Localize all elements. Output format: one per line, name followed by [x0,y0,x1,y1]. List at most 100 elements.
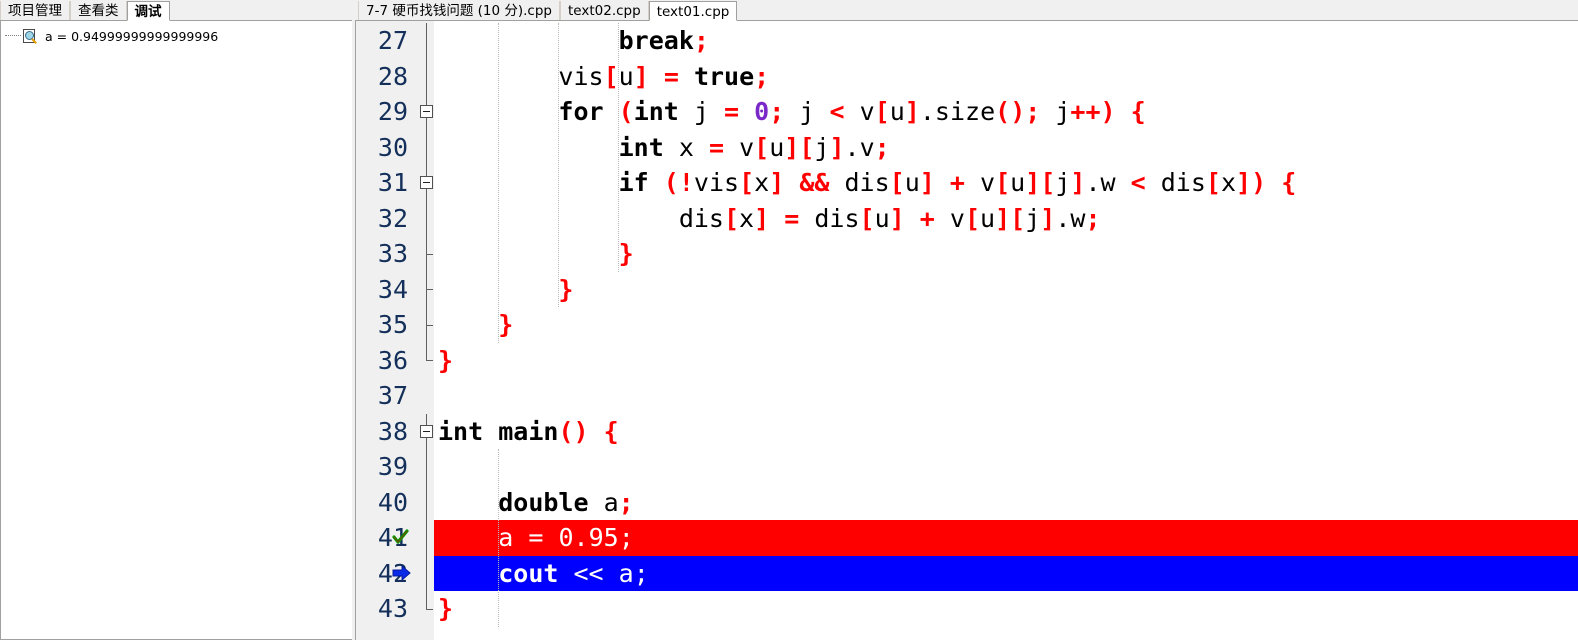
editor-tabstrip: 7-7 硬币找钱问题 (10 分).cpp text02.cpp text01.… [355,0,1578,21]
code-token: v [859,97,875,126]
tab-debug[interactable]: 调试 [126,1,170,21]
code-token: ] [754,203,770,233]
code-line[interactable]: break; [438,23,709,59]
code-token: } [618,239,634,268]
fold-line [426,23,427,361]
code-token: << [573,558,604,588]
tree-connector-icon [5,35,21,37]
line-number: 28 [377,61,408,91]
line-number: 30 [377,132,408,162]
code-token: if [618,168,649,197]
code-token: vis [558,61,604,91]
code-line[interactable]: } [438,591,453,627]
code-token: ; [769,97,785,126]
code-token: && [799,168,830,197]
code-line[interactable]: int x = v[u][j].v; [438,130,890,166]
code-line[interactable]: cout << a; [438,556,649,592]
tab-text02-cpp[interactable]: text02.cpp [560,1,649,21]
fold-collapse-box[interactable] [420,424,433,438]
fold-collapse-box[interactable] [420,105,433,119]
code-line[interactable]: for (int j = 0; j < v[u].size(); j++) { [438,94,1145,130]
debug-watch-list[interactable]: a = 0.94999999999999996 [0,20,355,640]
editor-gutter[interactable]: 2728293031323334353637383940414243 [356,21,434,640]
code-token: dis [1160,168,1206,197]
code-token: ; [633,558,649,588]
watch-item[interactable]: a = 0.94999999999999996 [1,25,354,47]
code-token: ; [1085,203,1101,233]
code-token: [ [889,168,905,197]
code-token: + [949,168,965,197]
code-token: ; [618,523,634,552]
code-token: x [678,132,694,162]
code-token: [ [859,203,875,233]
code-token: = [528,523,544,552]
breakpoint-check-icon[interactable] [392,528,410,546]
code-line[interactable]: double a; [438,485,634,521]
code-token: < [829,97,845,126]
code-token: x [739,203,755,233]
code-token: = [663,61,679,91]
code-token: v [980,168,996,197]
code-line[interactable]: dis[x] = dis[u] + v[u][j].w; [438,201,1101,237]
code-token: cout [498,558,559,588]
code-token: ][ [995,203,1026,233]
code-line[interactable]: vis[u] = true; [438,59,769,95]
code-line[interactable]: a = 0.95; [438,520,634,556]
code-token: (! [663,168,694,197]
editor-panel: 7-7 硬币找钱问题 (10 分).cpp text02.cpp text01.… [355,0,1578,640]
code-token: j [814,132,830,162]
tab-coin-change-cpp[interactable]: 7-7 硬币找钱问题 (10 分).cpp [358,1,560,21]
code-token: size [934,97,996,126]
tab-project-manager[interactable]: 项目管理 [0,1,70,21]
code-token: . [1085,168,1101,197]
code-token: + [919,203,935,233]
tab-text01-cpp[interactable]: text01.cpp [648,1,738,21]
ide-window: 项目管理 查看类 调试 a = 0.94999999999999996 7-7 … [0,0,1578,640]
tab-class-browser[interactable]: 查看类 [70,1,127,21]
code-line[interactable]: int main() { [438,414,619,450]
code-token: ; [874,132,890,162]
code-token: a [498,523,514,552]
code-token: [ [995,168,1011,197]
code-line[interactable]: } [438,272,573,308]
code-token: ] [1070,168,1086,197]
line-number: 35 [377,310,408,339]
code-token: [ [739,168,755,197]
debug-panel-tabstrip: 项目管理 查看类 调试 [0,0,355,21]
debug-panel: 项目管理 查看类 调试 a = 0.94999999999999996 [0,0,355,640]
fold-end-tick [426,360,433,362]
code-line[interactable]: if (!vis[x] && dis[u] + v[u][j].w < dis[… [438,165,1297,201]
code-token: { [603,416,619,446]
code-token: j [1055,97,1071,126]
code-token: ] [889,203,905,233]
code-token: ]) [1236,168,1267,197]
code-token: v [949,203,965,233]
code-folding-column[interactable] [419,21,435,640]
code-line[interactable]: } [438,236,634,272]
code-line[interactable]: } [438,343,453,379]
code-token: [ [723,203,740,233]
code-token: ; [618,487,634,517]
code-line[interactable]: } [438,307,513,343]
code-token: int [618,132,664,162]
fold-collapse-box[interactable] [420,176,433,190]
code-token: } [438,594,454,623]
code-token: < [1130,168,1146,197]
code-text-area[interactable]: break; vis[u] = true; for (int j = 0; j … [434,21,1578,640]
